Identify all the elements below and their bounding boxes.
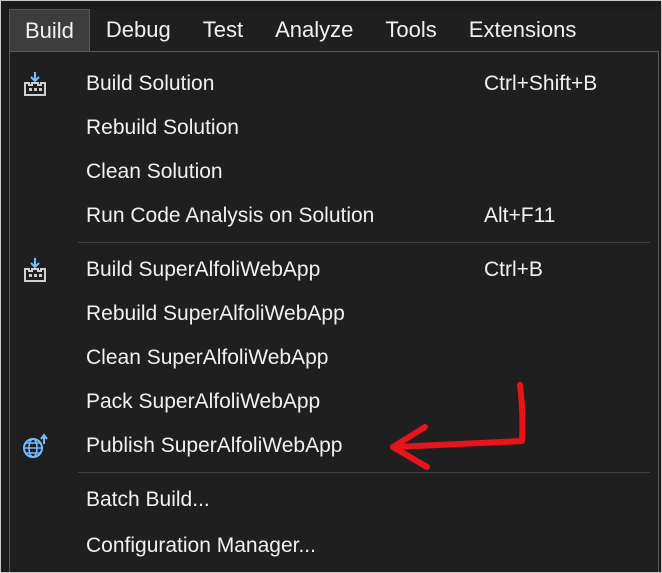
menu-extensions[interactable]: Extensions: [453, 9, 593, 51]
menu-item-shortcut: Alt+F11: [484, 204, 556, 227]
menu-item-clean-solution[interactable]: Clean Solution: [10, 150, 660, 194]
menu-item-label: Build Solution: [86, 72, 215, 95]
menu-bar: Build Debug Test Analyze Tools Extension…: [9, 9, 661, 51]
menu-item-label: Clean SuperAlfoliWebApp: [86, 346, 329, 369]
build-dropdown-menu: Build Solution Ctrl+Shift+B Rebuild Solu…: [9, 51, 660, 572]
menu-item-publish-project[interactable]: Publish SuperAlfoliWebApp: [10, 424, 660, 468]
menu-item-label: Pack SuperAlfoliWebApp: [86, 390, 321, 413]
menu-item-pack-project[interactable]: Pack SuperAlfoliWebApp: [10, 380, 660, 424]
menu-item-rebuild-project[interactable]: Rebuild SuperAlfoliWebApp: [10, 292, 660, 336]
menu-item-shortcut: Ctrl+Shift+B: [484, 72, 598, 95]
build-icon: [24, 258, 46, 282]
menu-item-label: Configuration Manager...: [86, 534, 316, 557]
publish-globe-icon: [23, 433, 48, 458]
menu-item-label: Batch Build...: [86, 488, 210, 511]
menu-test[interactable]: Test: [187, 9, 259, 51]
menu-item-label: Publish SuperAlfoliWebApp: [86, 434, 343, 457]
menu-tools[interactable]: Tools: [369, 9, 452, 51]
menu-item-configuration-manager[interactable]: Configuration Manager...: [10, 524, 660, 568]
menu-item-build-solution[interactable]: Build Solution Ctrl+Shift+B: [10, 62, 660, 106]
menu-debug[interactable]: Debug: [90, 9, 187, 51]
menu-item-shortcut: Ctrl+B: [484, 258, 543, 281]
menu-item-label: Run Code Analysis on Solution: [86, 204, 375, 227]
menu-item-clean-project[interactable]: Clean SuperAlfoliWebApp: [10, 336, 660, 380]
menu-item-label: Build SuperAlfoliWebApp: [86, 258, 321, 281]
screenshot-frame: Build Debug Test Analyze Tools Extension…: [0, 0, 662, 573]
menu-item-label: Rebuild Solution: [86, 116, 239, 139]
menu-analyze[interactable]: Analyze: [259, 9, 369, 51]
menu-item-batch-build[interactable]: Batch Build...: [10, 478, 660, 522]
menu-item-build-project[interactable]: Build SuperAlfoliWebApp Ctrl+B: [10, 248, 660, 292]
build-icon: [24, 72, 46, 96]
menu-item-label: Clean Solution: [86, 160, 223, 183]
menu-separator: [78, 472, 650, 473]
menu-separator: [78, 242, 650, 243]
menu-build[interactable]: Build: [9, 9, 90, 51]
menu-item-rebuild-solution[interactable]: Rebuild Solution: [10, 106, 660, 150]
menu-item-run-code-analysis[interactable]: Run Code Analysis on Solution Alt+F11: [10, 194, 660, 238]
menu-item-label: Rebuild SuperAlfoliWebApp: [86, 302, 345, 325]
